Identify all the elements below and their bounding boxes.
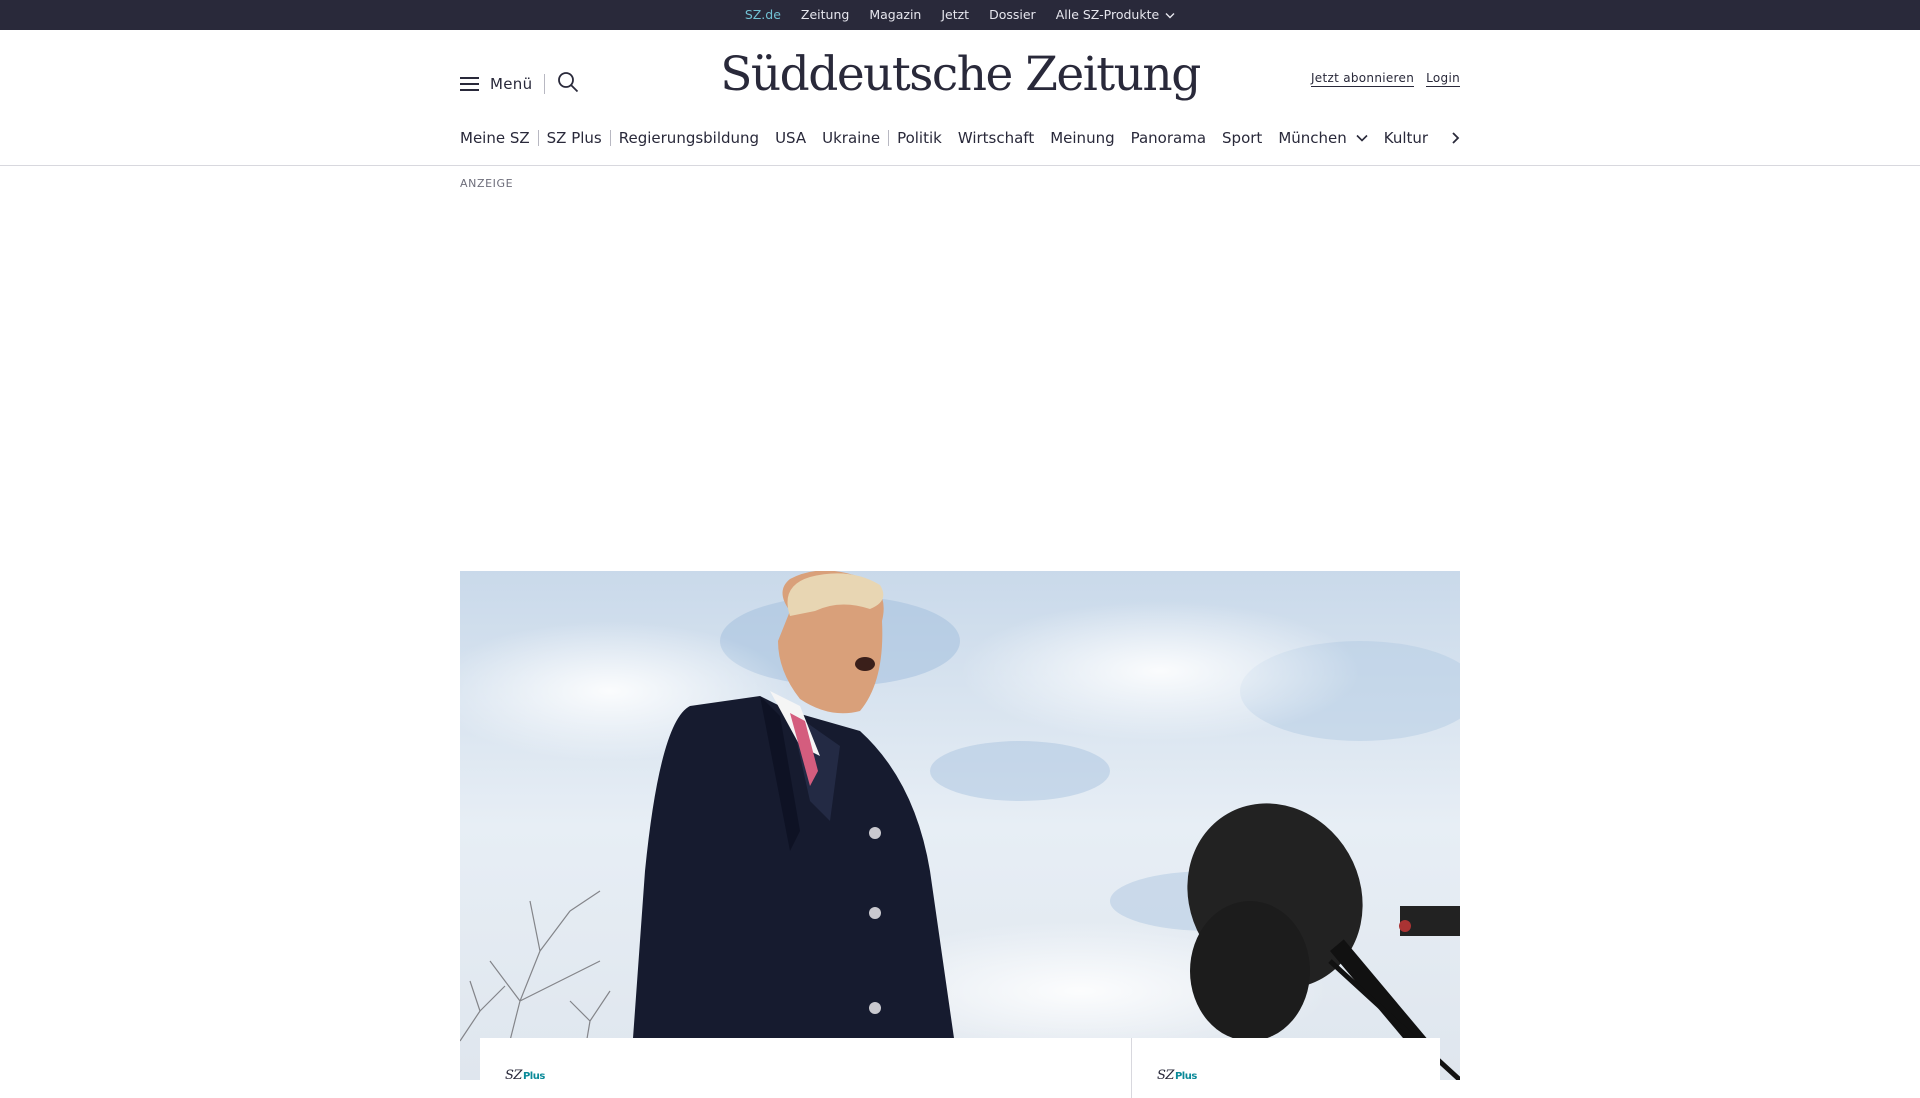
chevron-down-icon bbox=[1356, 134, 1368, 142]
sz-plus-badge: SZPlus bbox=[1157, 1068, 1197, 1083]
nav-item-usa[interactable]: USA bbox=[775, 129, 806, 147]
site-header: Menü Süddeutsche Zeitung Jetzt abonniere… bbox=[0, 30, 1920, 166]
nav-scroll-right-button[interactable] bbox=[1450, 126, 1460, 154]
nav-item-meinung[interactable]: Meinung bbox=[1050, 129, 1114, 147]
nav-item-sz-plus[interactable]: SZ Plus bbox=[547, 129, 602, 147]
teaser-row: SZPlus SZPlus bbox=[480, 1038, 1440, 1098]
teaser-card[interactable]: SZPlus bbox=[1132, 1038, 1440, 1098]
teaser-card[interactable]: SZPlus bbox=[480, 1038, 1132, 1098]
menu-area: Menü bbox=[460, 71, 579, 97]
nav-item-meine-sz[interactable]: Meine SZ bbox=[460, 129, 530, 147]
account-links: Jetzt abonnieren Login bbox=[1310, 71, 1460, 87]
product-link-magazin[interactable]: Magazin bbox=[859, 0, 931, 30]
product-link-sz-de[interactable]: SZ.de bbox=[735, 0, 791, 36]
nav-item-muenchen[interactable]: München bbox=[1278, 129, 1368, 147]
nav-divider bbox=[609, 130, 611, 146]
subscribe-link[interactable]: Jetzt abonnieren bbox=[1310, 71, 1415, 87]
product-link-jetzt[interactable]: Jetzt bbox=[931, 0, 979, 30]
nav-item-sport[interactable]: Sport bbox=[1222, 129, 1262, 147]
nav-divider bbox=[888, 130, 890, 146]
divider bbox=[544, 74, 546, 94]
product-link-zeitung[interactable]: Zeitung bbox=[791, 0, 859, 30]
nav-item-panorama[interactable]: Panorama bbox=[1131, 129, 1206, 147]
nav-item-ukraine[interactable]: Ukraine bbox=[822, 129, 880, 147]
sz-plus-badge: SZPlus bbox=[505, 1068, 545, 1083]
nav-item-politik[interactable]: Politik bbox=[897, 129, 942, 147]
login-link[interactable]: Login bbox=[1426, 71, 1460, 87]
nav-item-muenchen-label: München bbox=[1278, 129, 1347, 147]
product-link-dossier[interactable]: Dossier bbox=[979, 0, 1046, 30]
site-logo[interactable]: Süddeutsche Zeitung bbox=[720, 44, 1201, 104]
product-links: SZ.de Zeitung Magazin Jetzt Dossier Alle… bbox=[735, 0, 1185, 36]
hamburger-icon bbox=[460, 76, 480, 92]
nav-item-regierungsbildung[interactable]: Regierungsbildung bbox=[619, 129, 759, 147]
nav-item-wirtschaft[interactable]: Wirtschaft bbox=[958, 129, 1034, 147]
all-products-dropdown[interactable]: Alle SZ-Produkte bbox=[1046, 0, 1185, 30]
menu-label: Menü bbox=[490, 75, 533, 93]
product-bar: SZ.de Zeitung Magazin Jetzt Dossier Alle… bbox=[0, 0, 1920, 36]
main-navigation: Meine SZ SZ Plus Regierungsbildung USA U… bbox=[460, 126, 1460, 150]
all-products-label: Alle SZ-Produkte bbox=[1055, 6, 1160, 22]
search-button[interactable] bbox=[557, 71, 579, 97]
chevron-right-icon bbox=[1450, 132, 1460, 154]
ad-label: ANZEIGE bbox=[460, 177, 514, 190]
menu-button[interactable]: Menü bbox=[460, 75, 532, 93]
nav-item-kultur[interactable]: Kultur bbox=[1384, 129, 1428, 147]
hero-image[interactable] bbox=[460, 571, 1460, 1080]
nav-divider bbox=[537, 130, 539, 146]
chevron-down-icon bbox=[1165, 0, 1175, 30]
magnifier-icon bbox=[557, 71, 579, 97]
